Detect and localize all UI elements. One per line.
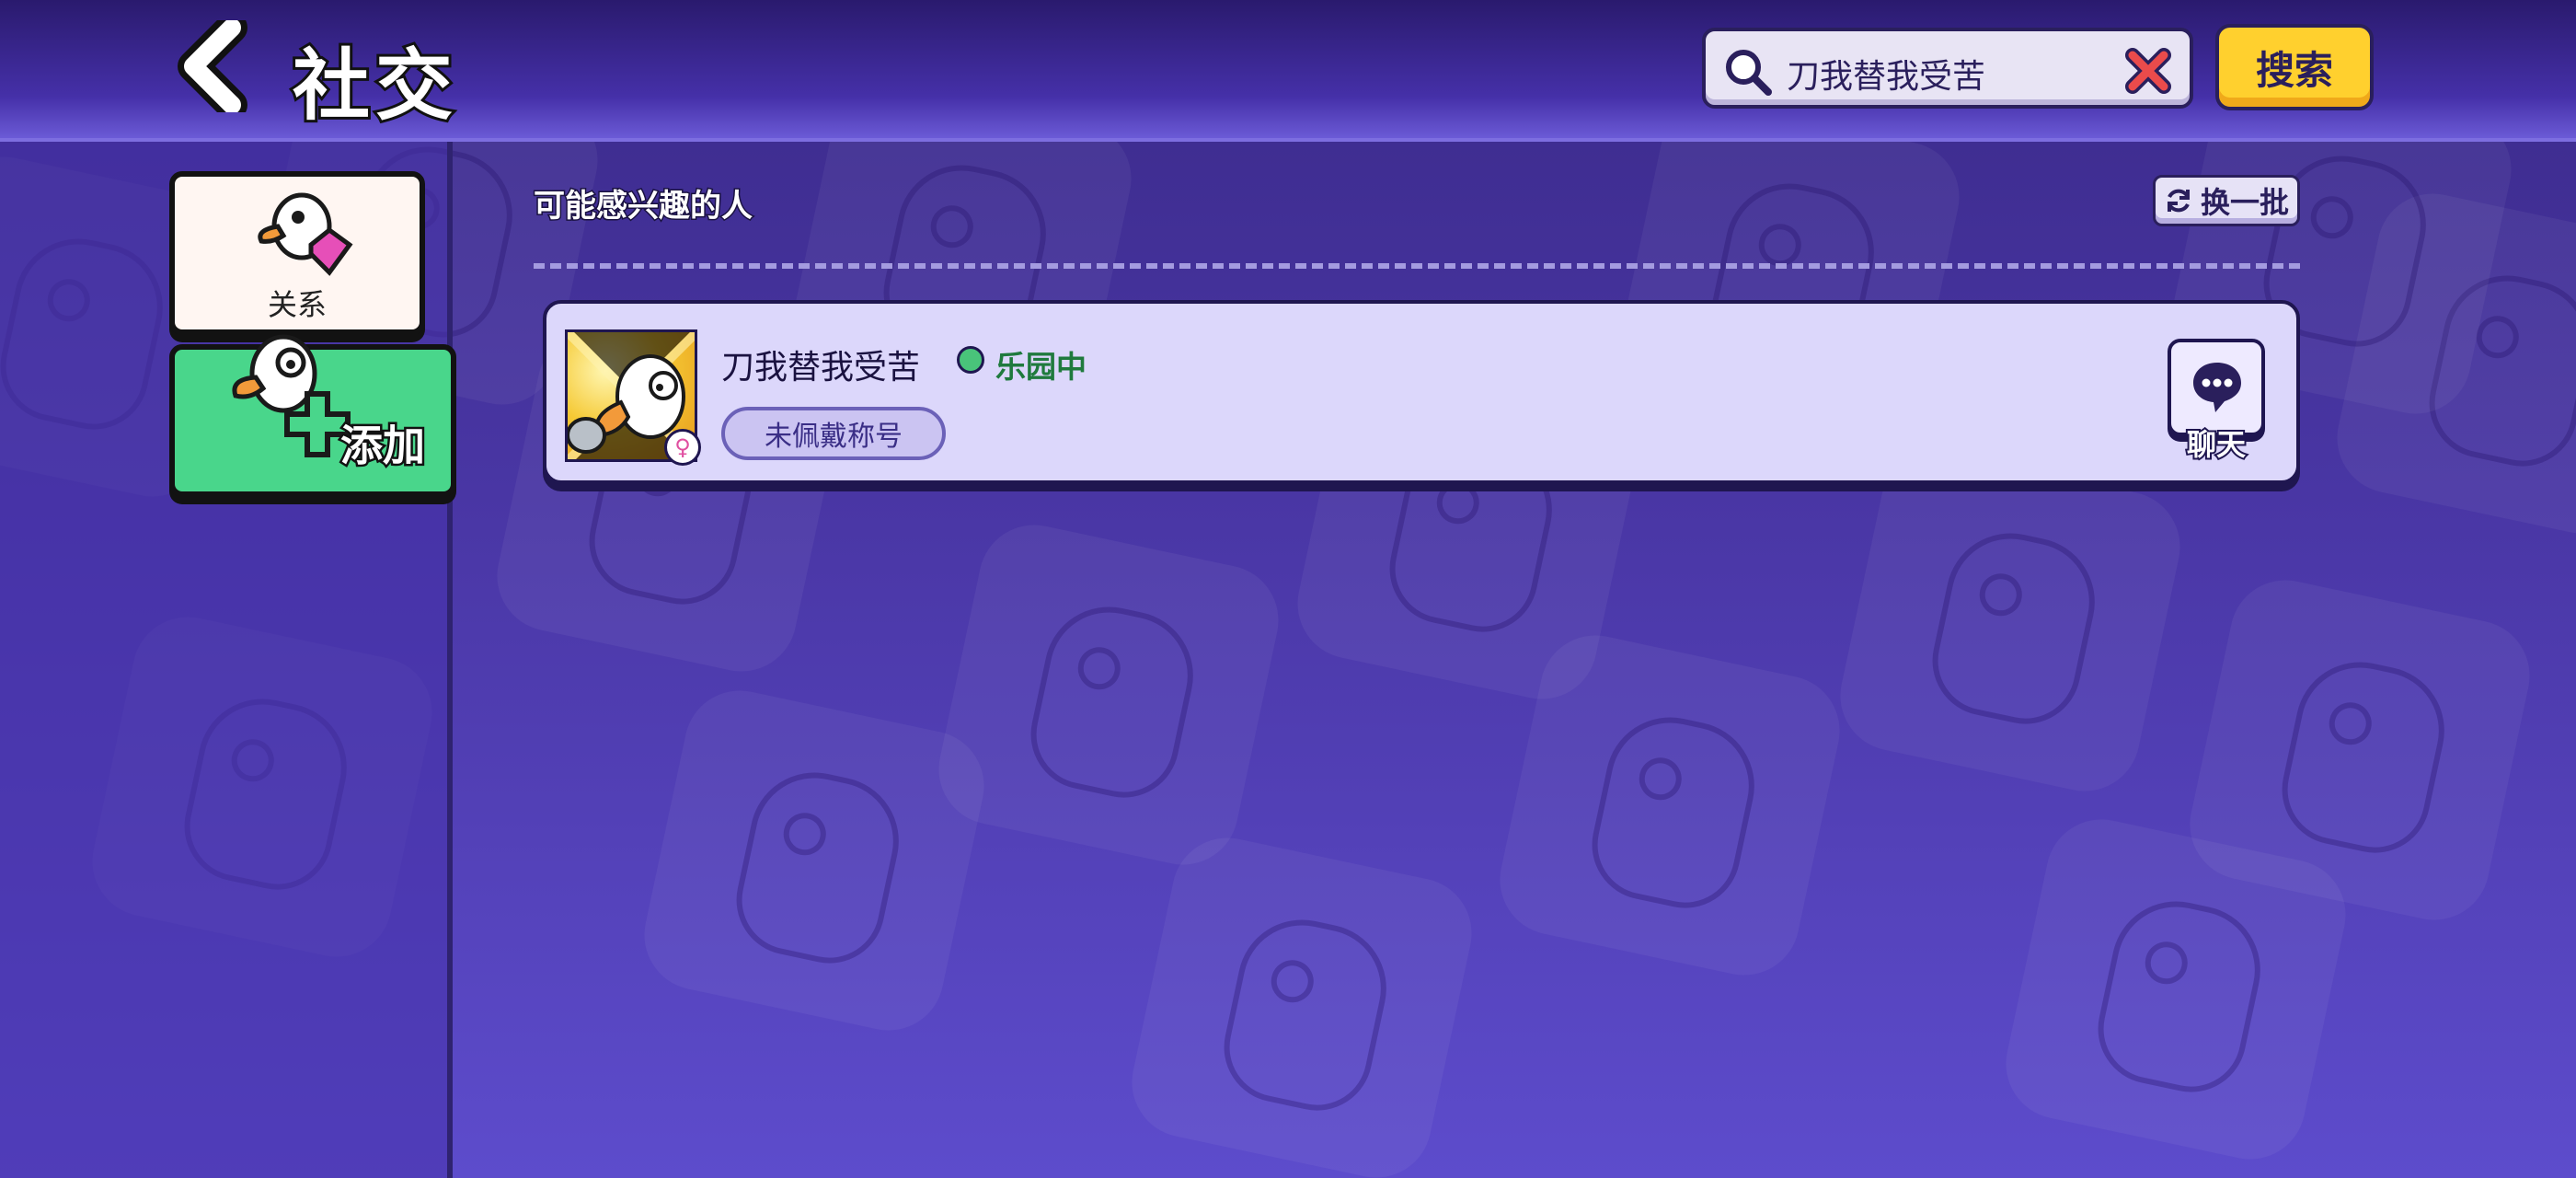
refresh-button[interactable]: 换一批 — [2153, 175, 2300, 226]
goose-heart-icon — [258, 192, 353, 276]
tab-relations[interactable]: 关系 — [169, 171, 425, 335]
refresh-label: 换一批 — [2200, 185, 2289, 220]
female-gender-icon: ♀ — [664, 429, 701, 466]
title-badge: 未佩戴称号 — [721, 407, 946, 460]
search-button[interactable]: 搜索 — [2215, 24, 2374, 110]
player-card[interactable]: ♀ 刀我替我受苦 乐园中 未佩戴称号 聊天 — [543, 300, 2300, 484]
back-button[interactable] — [170, 20, 262, 112]
online-status-icon — [957, 346, 984, 374]
search-input[interactable]: 刀我替我受苦 — [1702, 28, 2193, 109]
section-title: 可能感兴趣的人 — [533, 187, 754, 226]
refresh-icon — [2167, 189, 2190, 213]
tab-add-label: 添加 — [339, 419, 428, 473]
search-icon — [1726, 50, 1772, 96]
clear-search-icon[interactable] — [2123, 46, 2173, 96]
tab-add[interactable]: 添加 — [169, 334, 456, 497]
player-status: 乐园中 — [995, 349, 1087, 385]
chat-bubble-icon — [2193, 363, 2241, 412]
top-bar: 社交 刀我替我受苦 搜索 — [0, 0, 2576, 142]
back-arrow-icon — [178, 20, 247, 112]
sidebar: 关系 添加 — [0, 142, 456, 1178]
tab-relations-label: 关系 — [267, 287, 327, 322]
page-title: 社交 — [290, 38, 459, 133]
divider — [534, 263, 2300, 269]
player-name: 刀我替我受苦 — [721, 349, 921, 387]
chat-label: 聊天 — [2185, 425, 2248, 464]
search-input-value: 刀我替我受苦 — [1787, 58, 1986, 96]
